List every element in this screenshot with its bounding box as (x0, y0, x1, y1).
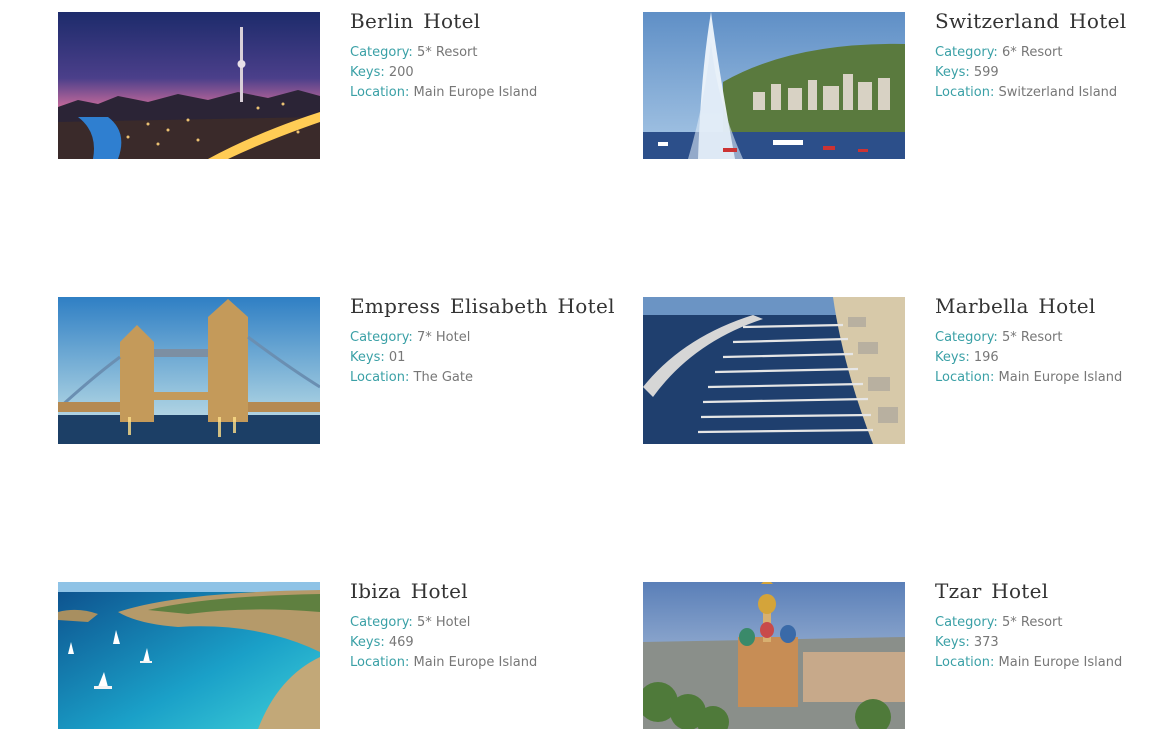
keys-value: 01 (388, 350, 406, 365)
cathedral-image (643, 582, 905, 729)
tower-bridge-image (58, 297, 320, 444)
location-label: Location: (935, 370, 995, 385)
location-value: Main Europe Island (998, 655, 1123, 670)
hotel-info: Tzar Hotel Category: 5* Resort Keys: 373… (935, 578, 1175, 673)
category-label: Category: (935, 615, 998, 630)
hotel-card: Marbella Hotel Category: 5* Resort Keys:… (643, 294, 1175, 447)
hotel-title[interactable]: Marbella Hotel (935, 293, 1175, 319)
category-row: Category: 7* Hotel (350, 328, 610, 348)
keys-value: 196 (973, 350, 999, 365)
hotel-image-marbella[interactable] (643, 297, 905, 444)
location-row: Location: Main Europe Island (935, 653, 1175, 673)
location-row: Location: Main Europe Island (350, 83, 610, 103)
keys-row: Keys: 200 (350, 63, 610, 83)
category-value: 7* Hotel (416, 330, 471, 345)
category-row: Category: 5* Resort (935, 328, 1175, 348)
location-label: Location: (935, 85, 995, 100)
hotel-image-ibiza[interactable] (58, 582, 320, 729)
keys-label: Keys: (935, 65, 970, 80)
keys-value: 373 (973, 635, 999, 650)
category-row: Category: 6* Resort (935, 43, 1175, 63)
location-value: Main Europe Island (998, 370, 1123, 385)
hotel-image-switzerland[interactable] (643, 12, 905, 159)
category-label: Category: (935, 330, 998, 345)
category-label: Category: (935, 45, 998, 60)
location-label: Location: (935, 655, 995, 670)
hotel-image-berlin[interactable] (58, 12, 320, 159)
keys-row: Keys: 01 (350, 348, 610, 368)
category-label: Category: (350, 615, 413, 630)
lake-fountain-image (643, 12, 905, 159)
hotel-info: Switzerland Hotel Category: 6* Resort Ke… (935, 8, 1175, 103)
hotel-title[interactable]: Ibiza Hotel (350, 578, 610, 604)
location-label: Location: (350, 655, 410, 670)
hotel-card: Tzar Hotel Category: 5* Resort Keys: 373… (643, 579, 1175, 732)
keys-value: 469 (388, 635, 414, 650)
keys-row: Keys: 373 (935, 633, 1175, 653)
city-night-image (58, 12, 320, 159)
hotel-title[interactable]: Switzerland Hotel (935, 8, 1175, 34)
keys-row: Keys: 196 (935, 348, 1175, 368)
marina-image (643, 297, 905, 444)
category-row: Category: 5* Hotel (350, 613, 610, 633)
keys-value: 200 (388, 65, 414, 80)
keys-row: Keys: 599 (935, 63, 1175, 83)
hotel-title[interactable]: Empress Elisabeth Hotel (350, 293, 614, 319)
hotel-info: Marbella Hotel Category: 5* Resort Keys:… (935, 293, 1175, 388)
category-label: Category: (350, 330, 413, 345)
keys-label: Keys: (350, 635, 385, 650)
category-value: 5* Hotel (416, 615, 471, 630)
category-value: 5* Resort (1001, 330, 1063, 345)
location-row: Location: Main Europe Island (935, 368, 1175, 388)
hotel-info: Berlin Hotel Category: 5* Resort Keys: 2… (350, 8, 610, 103)
location-value: Main Europe Island (413, 85, 538, 100)
keys-label: Keys: (350, 65, 385, 80)
keys-value: 599 (973, 65, 999, 80)
category-row: Category: 5* Resort (935, 613, 1175, 633)
keys-row: Keys: 469 (350, 633, 610, 653)
location-label: Location: (350, 85, 410, 100)
location-row: Location: Switzerland Island (935, 83, 1175, 103)
keys-label: Keys: (935, 350, 970, 365)
keys-label: Keys: (350, 350, 385, 365)
hotel-card: Ibiza Hotel Category: 5* Hotel Keys: 469… (58, 579, 598, 732)
category-value: 6* Resort (1001, 45, 1063, 60)
hotel-card: Berlin Hotel Category: 5* Resort Keys: 2… (58, 9, 598, 162)
hotel-image-tzar[interactable] (643, 582, 905, 729)
category-value: 5* Resort (1001, 615, 1063, 630)
category-row: Category: 5* Resort (350, 43, 610, 63)
hotel-info: Ibiza Hotel Category: 5* Hotel Keys: 469… (350, 578, 610, 673)
hotel-info: Empress Elisabeth Hotel Category: 7* Hot… (350, 293, 614, 388)
bay-image (58, 582, 320, 729)
hotel-image-empress-elisabeth[interactable] (58, 297, 320, 444)
category-label: Category: (350, 45, 413, 60)
location-value: The Gate (413, 370, 473, 385)
location-row: Location: Main Europe Island (350, 653, 610, 673)
location-row: Location: The Gate (350, 368, 610, 388)
category-value: 5* Resort (416, 45, 478, 60)
hotel-title[interactable]: Tzar Hotel (935, 578, 1175, 604)
keys-label: Keys: (935, 635, 970, 650)
location-value: Switzerland Island (998, 85, 1118, 100)
location-label: Location: (350, 370, 410, 385)
hotel-card: Switzerland Hotel Category: 6* Resort Ke… (643, 9, 1175, 162)
location-value: Main Europe Island (413, 655, 538, 670)
hotel-card: Empress Elisabeth Hotel Category: 7* Hot… (58, 294, 614, 447)
hotel-title[interactable]: Berlin Hotel (350, 8, 610, 34)
